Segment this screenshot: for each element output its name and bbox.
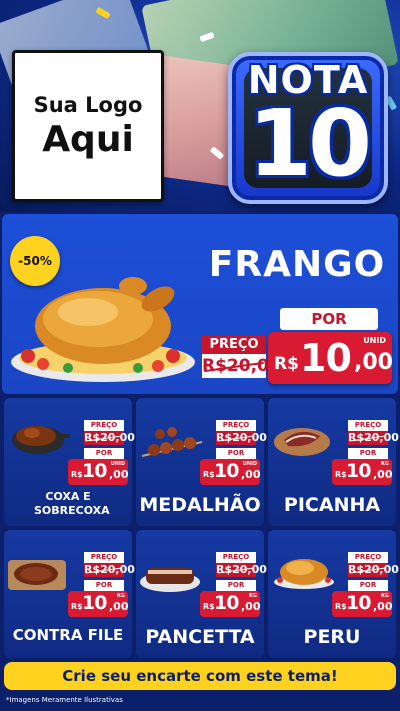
product-name: PANCETTA xyxy=(145,626,255,648)
product-image xyxy=(138,554,202,598)
price-cents: ,00 xyxy=(241,600,261,613)
price-integer: 10 xyxy=(214,460,239,482)
product-card-2[interactable]: PREÇO R$20,00 POR R$ 10 ,00 UNID MEDALHÃ… xyxy=(136,398,267,526)
product-name: CONTRA FILE xyxy=(12,626,124,644)
price-integer: 10 xyxy=(346,592,371,614)
preco-label: PREÇO xyxy=(348,552,388,563)
preco-label: PREÇO xyxy=(84,420,124,431)
price-currency: R$ xyxy=(203,470,215,479)
preco-label: PREÇO xyxy=(216,552,256,563)
price-unit: KG xyxy=(381,593,389,599)
price-cents: ,00 xyxy=(109,600,129,613)
old-price: R$20,00 xyxy=(202,354,281,378)
preco-label: PREÇO xyxy=(216,420,256,431)
price-tag: R$ 10 ,00 KG xyxy=(332,459,393,485)
por-label: POR xyxy=(216,580,256,591)
por-label: POR xyxy=(348,448,388,459)
old-price: R$20,00 xyxy=(84,563,135,577)
por-label: POR xyxy=(216,448,256,459)
price-cents: ,00 xyxy=(354,350,393,375)
old-price: R$20,00 xyxy=(348,431,399,445)
price-unit: KG xyxy=(249,593,257,599)
price-integer: 10 xyxy=(346,460,371,482)
product-card-5[interactable]: PREÇO R$20,00 POR R$ 10 ,00 KG PANCETTA xyxy=(136,530,267,658)
price-unit: UNID xyxy=(242,461,257,467)
price-tag: R$ 10 ,00 KG xyxy=(68,591,129,617)
price-currency: R$ xyxy=(274,354,299,374)
price-currency: R$ xyxy=(71,470,83,479)
product-image xyxy=(270,418,334,462)
discount-badge: -50% xyxy=(10,236,60,286)
product-card-1[interactable]: PREÇO R$20,00 POR R$ 10 ,00 UNID COXA E … xyxy=(4,398,135,526)
price-cents: ,00 xyxy=(373,468,393,481)
old-price: R$20,00 xyxy=(216,563,267,577)
price-integer: 10 xyxy=(82,460,107,482)
price-cents: ,00 xyxy=(373,600,393,613)
disclaimer-text: *Imagens Meramente Ilustrativas xyxy=(6,696,123,704)
price-unit: KG xyxy=(117,593,125,599)
nota-10-badge: NOTA 10 xyxy=(228,52,388,204)
featured-product-card[interactable]: -50% FRANGO POR PREÇO R$20,00 R$ 10 ,00 … xyxy=(2,214,398,394)
price-currency: R$ xyxy=(335,602,347,611)
product-name: MEDALHÃO xyxy=(139,494,261,516)
product-name: COXA E SOBRECOXA xyxy=(34,490,110,517)
preco-label: PREÇO xyxy=(202,336,266,354)
product-image xyxy=(6,552,70,596)
header-banner: Sua Logo Aqui NOTA 10 xyxy=(0,0,400,212)
price-unit: KG xyxy=(381,461,389,467)
price-tag: R$ 10 ,00 UNID xyxy=(200,459,261,485)
logo-text-line2: Aqui xyxy=(42,118,134,160)
old-price: R$20,00 xyxy=(216,431,267,445)
product-image xyxy=(272,550,336,594)
price-currency: R$ xyxy=(71,602,83,611)
price-cents: ,00 xyxy=(109,468,129,481)
product-card-4[interactable]: PREÇO R$20,00 POR R$ 10 ,00 KG CONTRA FI… xyxy=(4,530,135,658)
old-price: R$20,00 xyxy=(348,563,399,577)
product-card-6[interactable]: PREÇO R$20,00 POR R$ 10 ,00 KG PERU xyxy=(268,530,399,658)
price-unit: UNID xyxy=(363,336,386,345)
price-integer: 10 xyxy=(82,592,107,614)
price-tag: R$ 10 ,00 UNID xyxy=(268,332,393,384)
por-label: POR xyxy=(280,308,378,330)
price-unit: UNID xyxy=(110,461,125,467)
product-image xyxy=(140,422,204,466)
price-currency: R$ xyxy=(203,602,215,611)
product-name: PICANHA xyxy=(283,494,381,516)
cta-banner[interactable]: Crie seu encarte com este tema! xyxy=(4,662,396,690)
price-integer: 10 xyxy=(300,336,352,380)
por-label: POR xyxy=(348,580,388,591)
badge-number: 10 xyxy=(247,90,372,197)
logo-placeholder[interactable]: Sua Logo Aqui xyxy=(12,50,164,202)
price-currency: R$ xyxy=(335,470,347,479)
preco-label: PREÇO xyxy=(84,552,124,563)
featured-title: FRANGO xyxy=(208,244,386,285)
product-card-3[interactable]: PREÇO R$20,00 POR R$ 10 ,00 KG PICANHA xyxy=(268,398,399,526)
price-integer: 10 xyxy=(214,592,239,614)
price-tag: R$ 10 ,00 KG xyxy=(200,591,261,617)
price-tag: R$ 10 ,00 UNID xyxy=(68,459,129,485)
preco-label: PREÇO xyxy=(348,420,388,431)
price-cents: ,00 xyxy=(241,468,261,481)
logo-text-line1: Sua Logo xyxy=(33,92,143,117)
old-price: R$20,00 xyxy=(84,431,135,445)
product-image xyxy=(10,416,70,460)
por-label: POR xyxy=(84,448,124,459)
roast-chicken-image xyxy=(11,277,195,382)
price-tag: R$ 10 ,00 KG xyxy=(332,591,393,617)
product-name: PERU xyxy=(303,626,361,648)
por-label: POR xyxy=(84,580,124,591)
